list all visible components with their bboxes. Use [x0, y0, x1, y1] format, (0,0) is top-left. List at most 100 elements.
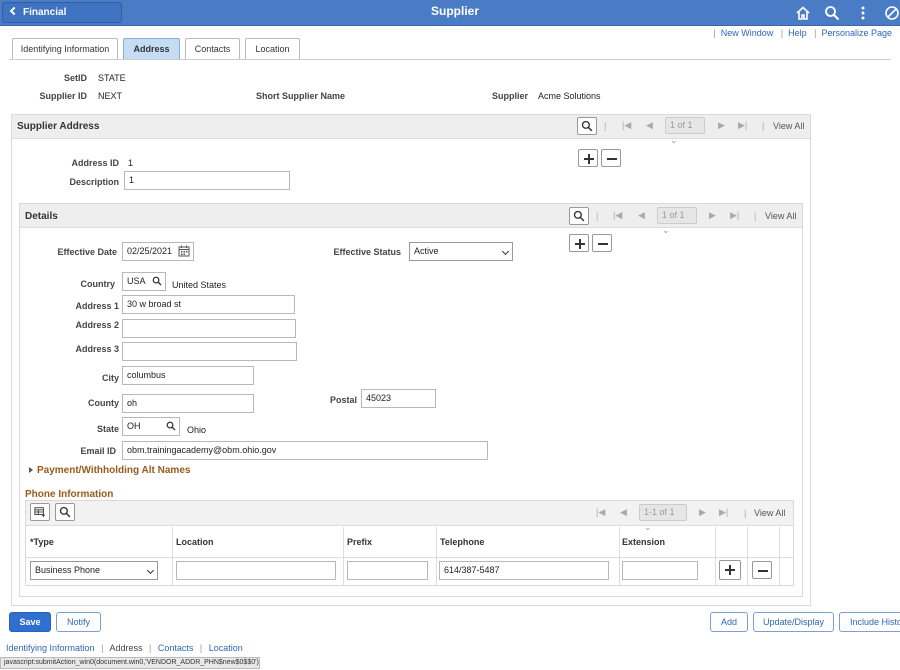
country-label: Country	[80, 279, 116, 289]
effective-status-value: Active	[414, 246, 439, 256]
effective-status-label: Effective Status	[333, 247, 401, 257]
add-row-button[interactable]	[569, 234, 589, 252]
row-counter[interactable]: 1-1 of 1 ⌄	[639, 504, 687, 532]
description-input[interactable]: 1	[124, 171, 290, 190]
view-all-link[interactable]: View All	[765, 211, 796, 221]
chevron-down-icon	[501, 247, 510, 256]
tab-contacts[interactable]: Contacts	[185, 38, 240, 59]
county-label: County	[88, 398, 119, 408]
country-name: United States	[172, 280, 227, 290]
find-button[interactable]	[55, 503, 75, 521]
view-all-link[interactable]: View All	[754, 508, 785, 518]
next-icon[interactable]: ▶	[709, 210, 716, 221]
country-value: USA	[127, 276, 146, 286]
description-label: Description	[69, 177, 119, 187]
separator: |	[754, 211, 757, 221]
email-input[interactable]: obm.trainingacademy@obm.ohio.gov	[122, 441, 488, 460]
delete-row-button[interactable]	[601, 149, 621, 167]
last-icon[interactable]: ▶|	[719, 507, 728, 518]
update-display-button[interactable]: Update/Display	[753, 612, 834, 632]
lookup-search-icon[interactable]	[152, 276, 162, 286]
tab-location[interactable]: Location	[245, 38, 300, 59]
next-icon[interactable]: ▶	[699, 507, 706, 518]
postal-input[interactable]: 45023	[361, 389, 436, 408]
footer-link-location[interactable]: Location	[209, 643, 243, 653]
navbar-compass-icon[interactable]	[884, 5, 900, 21]
new-window-link[interactable]: New Window	[721, 28, 774, 38]
add-button[interactable]: Add	[710, 612, 748, 632]
search-icon	[59, 506, 71, 518]
calendar-icon[interactable]	[178, 245, 190, 257]
delete-row-button[interactable]	[592, 234, 612, 252]
alt-names-toggle[interactable]: Payment/Withholding Alt Names	[29, 465, 190, 476]
lookup-search-icon[interactable]	[166, 421, 176, 431]
row-counter-text: 1 of 1	[670, 120, 693, 130]
notify-button[interactable]: Notify	[56, 612, 101, 632]
add-phone-row-button[interactable]	[719, 560, 741, 580]
search-icon	[573, 210, 585, 222]
col-divider	[172, 527, 173, 585]
county-input[interactable]: oh	[122, 394, 254, 413]
supplier-id-value: NEXT	[98, 91, 123, 101]
chevron-left-icon	[9, 6, 19, 16]
phone-type-select[interactable]: Business Phone	[30, 561, 158, 580]
supplier-name-value: Acme Solutions	[538, 91, 601, 101]
more-options-icon[interactable]	[855, 5, 871, 21]
back-button[interactable]: Financial Operations	[2, 2, 122, 37]
col-header-prefix: Prefix	[347, 537, 373, 547]
phone-extension-input[interactable]	[622, 561, 698, 580]
home-icon[interactable]	[795, 5, 811, 21]
row-counter[interactable]: 1 of 1 ⌄	[657, 207, 697, 235]
city-input[interactable]: columbus	[122, 366, 254, 385]
details-title: Details	[25, 211, 58, 222]
address2-input[interactable]	[122, 319, 296, 338]
postal-label: Postal	[329, 395, 357, 405]
col-divider	[436, 527, 437, 585]
chevron-down-icon	[146, 566, 155, 575]
next-icon[interactable]: ▶	[718, 120, 725, 131]
personalize-page-link[interactable]: Personalize Page	[821, 28, 892, 38]
last-icon[interactable]: ▶|	[738, 120, 747, 131]
footer-link-address: Address	[109, 643, 143, 653]
include-history-button[interactable]: Include History	[839, 612, 900, 632]
help-link[interactable]: Help	[788, 28, 807, 38]
first-icon[interactable]: |◀	[622, 120, 631, 131]
col-divider	[619, 527, 620, 585]
find-button[interactable]	[569, 207, 589, 225]
phone-prefix-input[interactable]	[347, 561, 428, 580]
address3-label: Address 3	[75, 344, 119, 354]
col-divider	[779, 527, 780, 585]
row-counter[interactable]: 1 of 1 ⌄	[665, 117, 705, 145]
first-icon[interactable]: |◀	[596, 507, 605, 518]
previous-icon[interactable]: ◀	[646, 120, 653, 131]
first-icon[interactable]: |◀	[613, 210, 622, 221]
phone-telephone-input[interactable]: 614/387-5487	[439, 561, 609, 580]
last-icon[interactable]: ▶|	[730, 210, 739, 221]
address1-input[interactable]: 30 w broad st	[122, 295, 295, 314]
delete-phone-row-button[interactable]	[752, 561, 772, 579]
row-counter-text: 1-1 of 1	[644, 507, 675, 517]
separator: |	[101, 643, 104, 653]
address3-input[interactable]	[122, 342, 297, 361]
add-row-button[interactable]	[578, 149, 598, 167]
previous-icon[interactable]: ◀	[620, 507, 627, 518]
address2-label: Address 2	[75, 320, 119, 330]
previous-icon[interactable]: ◀	[638, 210, 645, 221]
setid-label: SetID	[63, 73, 87, 83]
footer-link-contacts[interactable]: Contacts	[158, 643, 194, 653]
col-divider	[747, 527, 748, 585]
col-header-extension: Extension	[622, 537, 666, 547]
tab-identifying-information[interactable]: Identifying Information	[12, 38, 118, 59]
setid-value: STATE	[98, 73, 126, 83]
view-all-link[interactable]: View All	[773, 121, 804, 131]
find-button[interactable]	[577, 117, 597, 135]
effective-status-select[interactable]: Active	[409, 242, 513, 261]
tab-address[interactable]: Address	[123, 38, 180, 59]
footer-link-identifying-information[interactable]: Identifying Information	[6, 643, 95, 653]
phone-location-input[interactable]	[176, 561, 336, 580]
city-label: City	[101, 373, 119, 383]
search-icon[interactable]	[824, 5, 840, 21]
personalize-grid-button[interactable]	[30, 503, 50, 521]
col-divider	[715, 527, 716, 585]
save-button[interactable]: Save	[9, 612, 51, 632]
